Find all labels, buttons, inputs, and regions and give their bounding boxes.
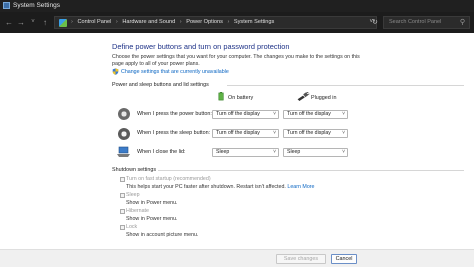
chevron-right-icon: › bbox=[227, 19, 230, 25]
chevron-down-icon: ˅ bbox=[342, 111, 345, 117]
select-value: Turn off the display bbox=[287, 130, 331, 136]
power-button-icon bbox=[118, 108, 130, 120]
page-title: Define power buttons and turn on passwor… bbox=[112, 42, 290, 51]
back-arrow-icon[interactable]: ← bbox=[4, 17, 14, 28]
chevron-down-icon: ˅ bbox=[273, 149, 276, 155]
chevron-down-icon: ˅ bbox=[342, 130, 345, 136]
power-section-header: Power and sleep buttons and lid settings bbox=[112, 82, 464, 88]
hibernate-label: Hibernate bbox=[126, 208, 149, 214]
breadcrumb-control-panel[interactable]: Control Panel bbox=[77, 19, 111, 25]
cancel-button[interactable]: Cancel bbox=[331, 254, 357, 264]
plugged-in-header: Plugged in bbox=[311, 95, 337, 101]
checkbox-box[interactable] bbox=[120, 209, 125, 214]
breadcrumb[interactable]: › Control Panel › Hardware and Sound › P… bbox=[54, 16, 377, 29]
chevron-down-icon: ˅ bbox=[273, 111, 276, 117]
select-value: Turn off the display bbox=[287, 111, 331, 117]
checkbox-box[interactable] bbox=[120, 193, 125, 198]
select-value: Turn off the display bbox=[216, 130, 260, 136]
power-button-plugged-select[interactable]: Turn off the display ˅ bbox=[283, 110, 348, 119]
fast-startup-desc: This helps start your PC faster after sh… bbox=[126, 184, 314, 190]
control-panel-icon bbox=[59, 19, 67, 27]
fast-startup-label: Turn on fast startup (recommended) bbox=[126, 176, 211, 182]
plug-icon bbox=[297, 92, 310, 101]
lock-desc: Show in account picture menu. bbox=[126, 232, 199, 238]
sleep-label: Sleep bbox=[126, 192, 140, 198]
footer: Save changes Cancel bbox=[0, 249, 474, 267]
sleep-button-icon bbox=[118, 128, 130, 140]
shield-icon bbox=[112, 68, 119, 75]
checkbox-box[interactable] bbox=[120, 177, 125, 182]
on-battery-header: On battery bbox=[228, 95, 254, 101]
main-content: Define power buttons and turn on passwor… bbox=[0, 33, 474, 249]
window-title: System Settings bbox=[13, 2, 60, 9]
power-section-title: Power and sleep buttons and lid settings bbox=[112, 82, 209, 88]
fast-startup-desc-text: This helps start your PC faster after sh… bbox=[126, 184, 286, 190]
forward-arrow-icon[interactable]: → bbox=[16, 17, 26, 28]
shutdown-section-title: Shutdown settings bbox=[112, 167, 157, 173]
change-settings-link[interactable]: Change settings that are currently unava… bbox=[121, 69, 229, 75]
chevron-right-icon: › bbox=[115, 19, 118, 25]
close-lid-battery-select[interactable]: Sleep ˅ bbox=[212, 148, 279, 157]
page-description: Choose the power settings that you want … bbox=[112, 54, 360, 67]
breadcrumb-power-options[interactable]: Power Options bbox=[186, 19, 223, 25]
battery-icon bbox=[218, 92, 224, 101]
up-arrow-icon[interactable]: ↑ bbox=[40, 17, 50, 28]
select-value: Turn off the display bbox=[216, 111, 260, 117]
search-input[interactable]: Search Control Panel ⚲ bbox=[383, 16, 470, 29]
close-lid-plugged-select[interactable]: Sleep ˅ bbox=[283, 148, 348, 157]
breadcrumb-system-settings[interactable]: System Settings bbox=[234, 19, 274, 25]
chevron-down-icon: ˅ bbox=[273, 130, 276, 136]
divider bbox=[158, 170, 464, 171]
address-bar-area: ← → ˅ ↑ › Control Panel › Hardware and S… bbox=[0, 12, 474, 33]
lock-label: Lock bbox=[126, 224, 138, 230]
chevron-right-icon: › bbox=[71, 19, 73, 25]
system-settings-icon bbox=[3, 2, 10, 9]
sleep-button-label: When I press the sleep button: bbox=[137, 130, 211, 136]
search-placeholder: Search Control Panel bbox=[389, 19, 442, 25]
title-bar: System Settings bbox=[0, 0, 474, 12]
sleep-button-battery-select[interactable]: Turn off the display ˅ bbox=[212, 129, 279, 138]
sleep-button-plugged-select[interactable]: Turn off the display ˅ bbox=[283, 129, 348, 138]
power-button-battery-select[interactable]: Turn off the display ˅ bbox=[212, 110, 279, 119]
chevron-down-icon: ˅ bbox=[342, 149, 345, 155]
chevron-right-icon: › bbox=[179, 19, 182, 25]
power-button-label: When I press the power button: bbox=[137, 111, 212, 117]
breadcrumb-hardware-and-sound[interactable]: Hardware and Sound bbox=[122, 19, 175, 25]
close-lid-label: When I close the lid: bbox=[137, 149, 186, 155]
sleep-desc: Show in Power menu. bbox=[126, 200, 178, 206]
select-value: Sleep bbox=[287, 149, 301, 155]
shutdown-section-header: Shutdown settings bbox=[112, 167, 464, 173]
learn-more-link[interactable]: Learn More bbox=[287, 184, 314, 190]
recent-dropdown-icon[interactable]: ˅ bbox=[28, 17, 38, 28]
hibernate-desc: Show in Power menu. bbox=[126, 216, 178, 222]
refresh-icon[interactable]: ↻ bbox=[372, 17, 378, 28]
laptop-lid-icon bbox=[117, 146, 130, 157]
divider bbox=[227, 85, 464, 86]
search-icon: ⚲ bbox=[459, 19, 465, 26]
save-changes-button[interactable]: Save changes bbox=[276, 254, 326, 264]
select-value: Sleep bbox=[216, 149, 230, 155]
checkbox-box[interactable] bbox=[120, 225, 125, 230]
